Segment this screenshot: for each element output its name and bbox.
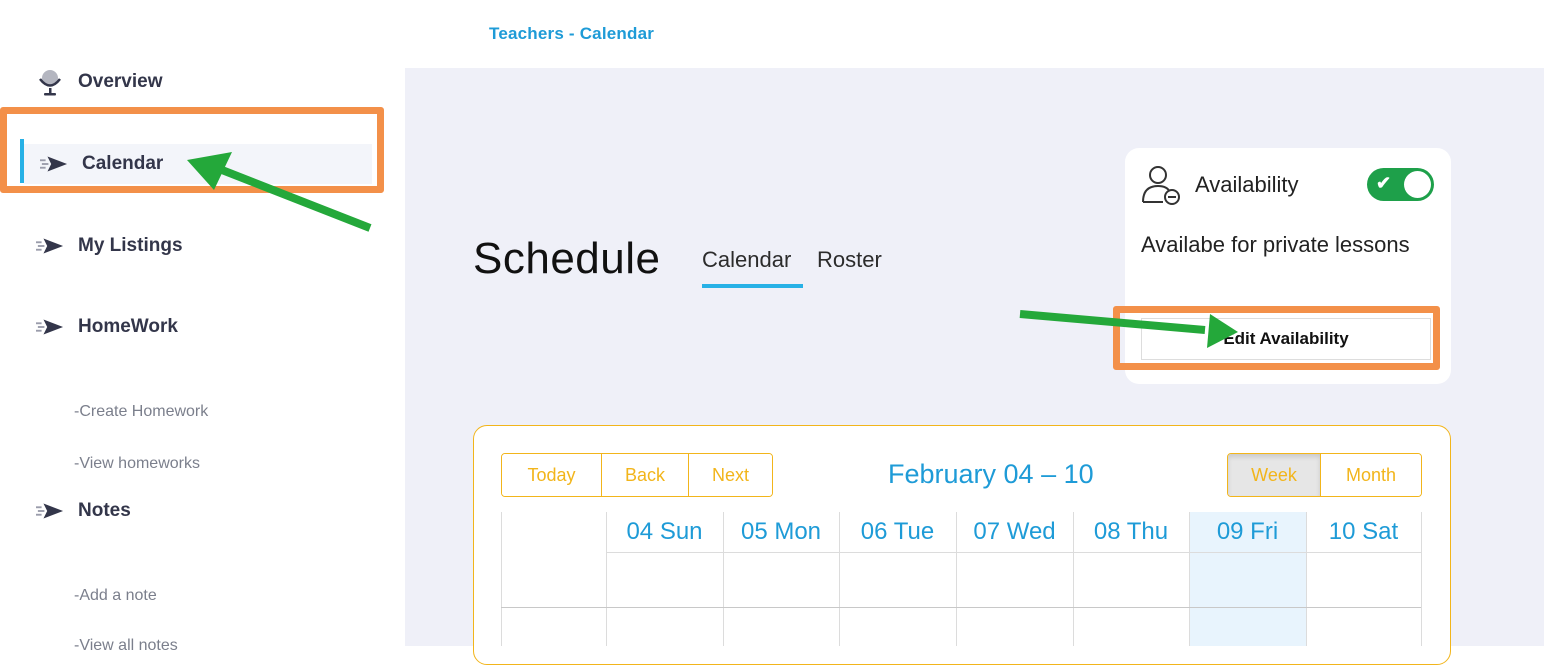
send-icon bbox=[36, 499, 64, 523]
microphone-icon bbox=[36, 70, 64, 96]
day-header-mon[interactable]: 05 Mon bbox=[723, 512, 839, 552]
today-button[interactable]: Today bbox=[502, 454, 602, 496]
day-header-thu[interactable]: 08 Thu bbox=[1073, 512, 1189, 552]
calendar-range-label: February 04 – 10 bbox=[888, 459, 1094, 489]
sidebar-item-label: My Listings bbox=[78, 235, 183, 256]
grid-line bbox=[1421, 512, 1422, 646]
sidebar-subitem-add-note[interactable]: -Add a note bbox=[74, 587, 157, 605]
edit-availability-button[interactable]: Edit Availability bbox=[1141, 318, 1431, 360]
day-header-tue[interactable]: 06 Tue bbox=[839, 512, 956, 552]
sidebar-item-overview[interactable]: Overview bbox=[36, 70, 163, 96]
grid-line bbox=[606, 552, 1421, 553]
sidebar-subitem-create-homework[interactable]: -Create Homework bbox=[74, 403, 208, 421]
week-view-button[interactable]: Week bbox=[1228, 454, 1321, 496]
day-header-sun[interactable]: 04 Sun bbox=[606, 512, 723, 552]
next-button[interactable]: Next bbox=[689, 454, 772, 496]
send-icon bbox=[36, 234, 64, 258]
availability-title: Availability bbox=[1195, 172, 1299, 197]
availability-toggle[interactable]: ✔ bbox=[1367, 168, 1434, 201]
sidebar-item-label: Notes bbox=[78, 500, 131, 521]
page-title: Schedule bbox=[473, 234, 661, 283]
sidebar-item-calendar[interactable]: Calendar bbox=[24, 144, 372, 184]
sidebar-item-homework[interactable]: HomeWork bbox=[36, 315, 178, 339]
sidebar-subitem-view-all-notes[interactable]: -View all notes bbox=[74, 637, 178, 655]
availability-description: Availabe for private lessons bbox=[1141, 232, 1410, 257]
calendar-week-grid: 04 Sun 05 Mon 06 Tue 07 Wed 08 Thu 09 Fr… bbox=[501, 512, 1422, 646]
month-view-button[interactable]: Month bbox=[1321, 454, 1421, 496]
toggle-knob bbox=[1404, 171, 1431, 198]
grid-line bbox=[501, 607, 1421, 608]
sidebar-item-label: HomeWork bbox=[78, 316, 178, 337]
sidebar-item-notes[interactable]: Notes bbox=[36, 499, 131, 523]
sidebar: Overview Calendar My Listings HomeWork -… bbox=[0, 0, 405, 654]
grid-line bbox=[501, 512, 502, 646]
send-icon bbox=[40, 152, 68, 176]
user-availability-icon bbox=[1141, 164, 1181, 211]
sidebar-item-my-listings[interactable]: My Listings bbox=[36, 234, 183, 258]
active-tab-indicator bbox=[702, 284, 803, 288]
sidebar-subitem-view-homeworks[interactable]: -View homeworks bbox=[74, 455, 200, 473]
calendar-nav-group: Today Back Next bbox=[501, 453, 773, 497]
check-icon: ✔ bbox=[1376, 173, 1392, 193]
back-button[interactable]: Back bbox=[602, 454, 689, 496]
day-header-fri[interactable]: 09 Fri bbox=[1189, 512, 1306, 552]
tab-roster[interactable]: Roster bbox=[817, 247, 882, 273]
day-header-sat[interactable]: 10 Sat bbox=[1306, 512, 1421, 552]
breadcrumb[interactable]: Teachers - Calendar bbox=[489, 24, 654, 44]
sidebar-item-label: Overview bbox=[78, 71, 163, 92]
tab-calendar[interactable]: Calendar bbox=[702, 247, 791, 273]
send-icon bbox=[36, 315, 64, 339]
calendar-view-group: Week Month bbox=[1227, 453, 1422, 497]
day-header-wed[interactable]: 07 Wed bbox=[956, 512, 1073, 552]
sidebar-item-label: Calendar bbox=[82, 153, 164, 174]
